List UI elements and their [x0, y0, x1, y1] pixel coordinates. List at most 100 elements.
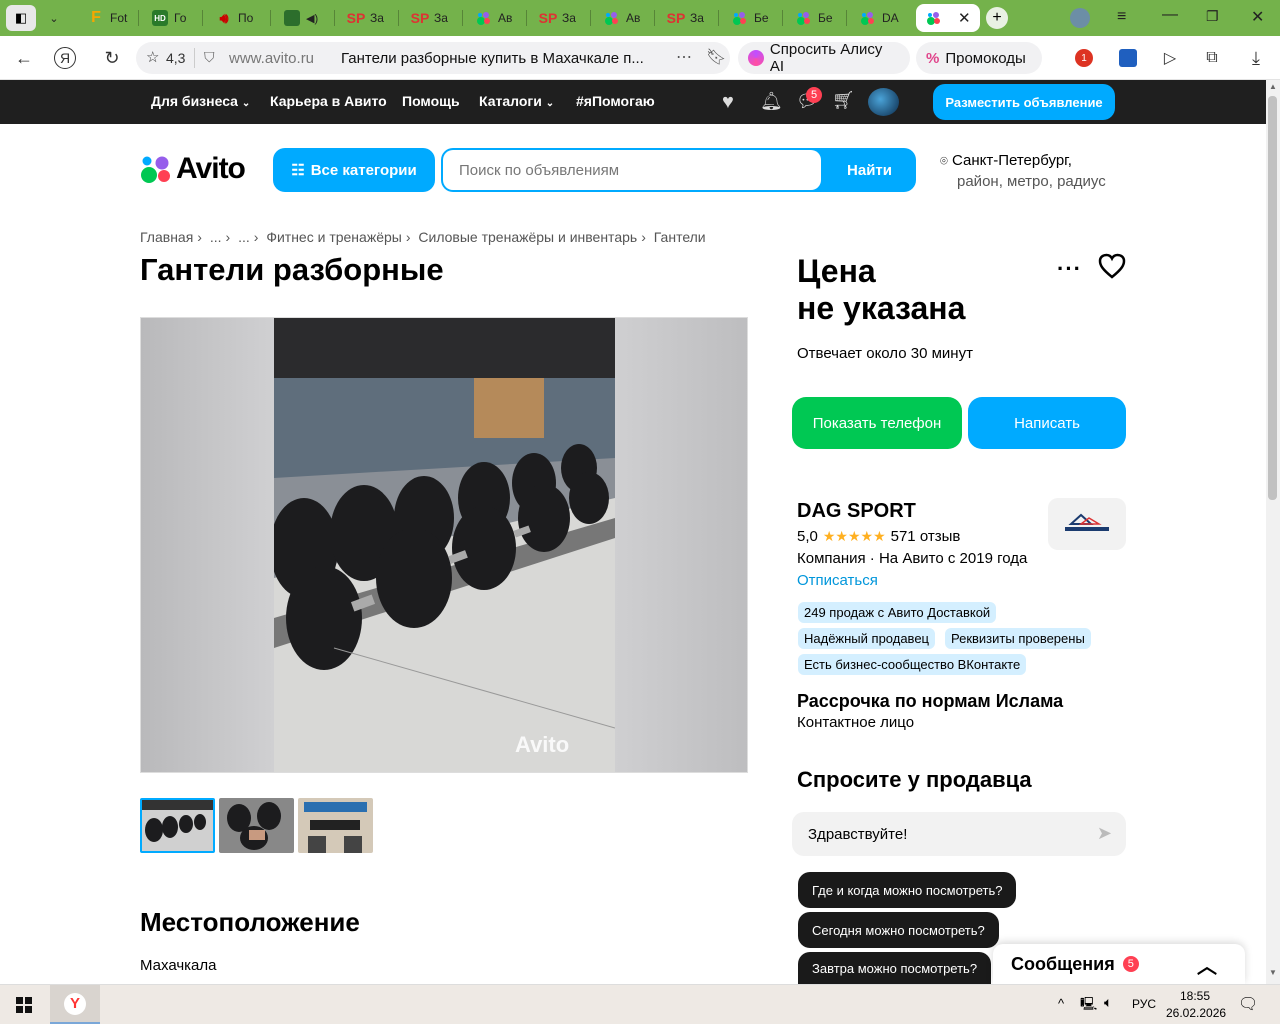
quick-question-today[interactable]: Сегодня можно посмотреть? — [798, 912, 999, 948]
tab-active[interactable]: ✕ — [916, 4, 980, 32]
map-pin-icon: ⌾ — [940, 153, 948, 168]
percent-icon: % — [926, 49, 940, 67]
tab-avito-5[interactable]: DA — [850, 4, 912, 32]
scroll-up-icon[interactable]: ▲ — [1269, 82, 1277, 91]
post-ad-button[interactable]: Разместить объявление — [933, 84, 1115, 120]
scrollbar-thumb[interactable] — [1268, 96, 1277, 500]
messages-panel[interactable]: Сообщения 5 ︿ — [993, 944, 1245, 984]
breadcrumb-strength[interactable]: Силовые тренажёры и инвентарь — [418, 229, 637, 245]
breadcrumb-ellipsis[interactable]: ... — [238, 229, 250, 245]
quick-question-where-when[interactable]: Где и когда можно посмотреть? — [798, 872, 1017, 908]
yandex-browser-taskbar-icon[interactable]: Y — [50, 985, 100, 1024]
sidebar-toggle-button[interactable]: ◧ — [6, 5, 36, 31]
browser-tab-strip: ◧ ⌄ F Fot HD Го 🔊︎ По ◀︎) SP За SP За Ав SP За… — [0, 0, 1280, 36]
nav-career[interactable]: Карьера в Авито — [270, 93, 387, 109]
close-tab-icon[interactable]: ✕ — [958, 9, 971, 27]
tab-avito-1[interactable]: Ав — [466, 4, 524, 32]
tray-expand-icon[interactable]: ^ — [1058, 996, 1064, 1011]
find-button[interactable]: Найти — [823, 148, 916, 192]
site-top-nav: Для бизнеса ⌄ Карьера в Авито Помощь Кат… — [0, 80, 1266, 124]
close-window-icon[interactable]: ✕ — [1251, 7, 1264, 27]
more-icon[interactable]: ⋯ — [676, 47, 692, 67]
new-tab-button[interactable]: + — [986, 7, 1008, 29]
breadcrumb-home[interactable]: Главная — [140, 229, 193, 245]
quick-question-tomorrow[interactable]: Завтра можно посмотреть? — [798, 952, 992, 984]
address-bar[interactable]: ☆ 4,3 ⛉ www.avito.ru Гантели разборные к… — [136, 42, 730, 74]
minimize-icon[interactable]: — — [1162, 6, 1178, 24]
bookmark-icon[interactable]: 🔖︎ — [706, 47, 726, 67]
play-icon[interactable]: ▷ — [1156, 44, 1184, 72]
tab-hd[interactable]: HD Го — [142, 4, 200, 32]
ask-seller-input[interactable]: Здравствуйте! ➤ — [792, 812, 1126, 856]
search-input[interactable] — [443, 150, 821, 190]
yandex-icon[interactable]: Я — [54, 47, 76, 69]
tab-avito-4[interactable]: Бе — [786, 4, 844, 32]
profile-avatar[interactable] — [1070, 8, 1090, 28]
breadcrumb-fitness[interactable]: Фитнес и тренажёры — [266, 229, 402, 245]
tab-avito-3[interactable]: Бе — [722, 4, 780, 32]
avito-icon — [796, 10, 812, 26]
nav-catalogs[interactable]: Каталоги ⌄ — [479, 93, 554, 109]
dag-sport-logo-icon — [1065, 513, 1109, 531]
thumbnail-2[interactable] — [219, 798, 294, 853]
extension-blue-icon[interactable] — [1114, 44, 1142, 72]
nav-help[interactable]: Помощь — [402, 93, 460, 109]
heart-icon[interactable]: ♥ — [722, 91, 734, 114]
scroll-down-icon[interactable]: ▼ — [1269, 968, 1277, 977]
breadcrumb-ellipsis[interactable]: ... — [210, 229, 222, 245]
network-icon[interactable]: 🖳︎ — [1080, 995, 1097, 1017]
thumbnail-3[interactable] — [298, 798, 373, 853]
avito-logo[interactable]: Avito — [140, 152, 246, 186]
favorite-heart-icon[interactable] — [1098, 253, 1126, 284]
menu-icon[interactable]: ≡ — [1117, 8, 1126, 26]
unsubscribe-link[interactable]: Отписаться — [797, 572, 878, 589]
nav-business[interactable]: Для бизнеса ⌄ — [151, 93, 250, 109]
notifications-icon[interactable]: 🗨︎ — [1238, 994, 1258, 1014]
all-categories-button[interactable]: ☷ Все категории — [273, 148, 435, 192]
seller-logo[interactable] — [1048, 498, 1126, 550]
listing-photo[interactable]: Avito — [140, 317, 748, 773]
location-picker[interactable]: ⌾ Санкт-Петербург, район, метро, радиус — [940, 150, 1106, 192]
copy-icon[interactable]: ⧉ — [1198, 44, 1226, 72]
write-message-button[interactable]: Написать — [968, 397, 1126, 449]
windows-start-icon[interactable] — [16, 997, 32, 1018]
price: Цена не указана — [797, 253, 966, 326]
seller-name[interactable]: DAG SPORT — [797, 500, 916, 523]
tab-avito-2[interactable]: Ав — [594, 4, 652, 32]
show-phone-button[interactable]: Показать телефон — [792, 397, 962, 449]
download-icon[interactable]: ⤓ — [1242, 44, 1270, 72]
tab-sp-3[interactable]: SP За — [530, 4, 588, 32]
tab-muted[interactable]: ◀︎) — [274, 4, 332, 32]
promo-button[interactable]: % Промокоды — [916, 42, 1042, 74]
bell-icon[interactable]: 🔔︎ — [760, 91, 783, 112]
avatar[interactable] — [868, 88, 899, 116]
reload-icon[interactable]: ↻ — [98, 44, 126, 72]
breadcrumb: Главная › ... › ... › Фитнес и тренажёры › С… — [140, 229, 706, 245]
alice-button[interactable]: Спросить Алису AI — [738, 41, 910, 75]
tab-sp-2[interactable]: SP За — [402, 4, 460, 32]
clock-date[interactable]: 26.02.2026 — [1166, 1006, 1226, 1020]
send-icon[interactable]: ➤ — [1097, 823, 1112, 844]
more-options-icon[interactable]: ··· — [1057, 256, 1082, 282]
clock-time[interactable]: 18:55 — [1180, 989, 1210, 1003]
badge-reliable: Надёжный продавец — [798, 628, 935, 649]
cart-icon[interactable]: 🛒︎ — [832, 90, 855, 111]
tab-sp-1[interactable]: SP За — [338, 4, 396, 32]
extension-shield-icon[interactable]: 1 — [1070, 44, 1098, 72]
chevron-up-icon[interactable]: ︿ — [1197, 950, 1217, 979]
seller-rating[interactable]: 5,0 ★★★★★ 571 отзыв — [797, 528, 960, 545]
language-indicator[interactable]: РУС — [1132, 997, 1156, 1011]
back-arrow-icon[interactable]: ← — [10, 44, 38, 72]
tab-list-chevron-icon[interactable]: ⌄ — [42, 8, 66, 28]
tab-sp-4[interactable]: SP За — [658, 4, 716, 32]
volume-icon[interactable]: 🔈︎ — [1104, 994, 1112, 1011]
tab-fot[interactable]: F Fot — [78, 4, 136, 32]
hd-icon: HD — [152, 10, 168, 26]
tab-po[interactable]: 🔊︎ По — [206, 4, 268, 32]
restore-icon[interactable]: ❐ — [1206, 8, 1219, 25]
avito-icon — [732, 10, 748, 26]
nav-help-tag[interactable]: #яПомогаю — [576, 93, 655, 109]
thumbnail-1[interactable] — [140, 798, 215, 853]
breadcrumb-dumbbells[interactable]: Гантели — [654, 229, 706, 245]
avito-icon — [604, 10, 620, 26]
